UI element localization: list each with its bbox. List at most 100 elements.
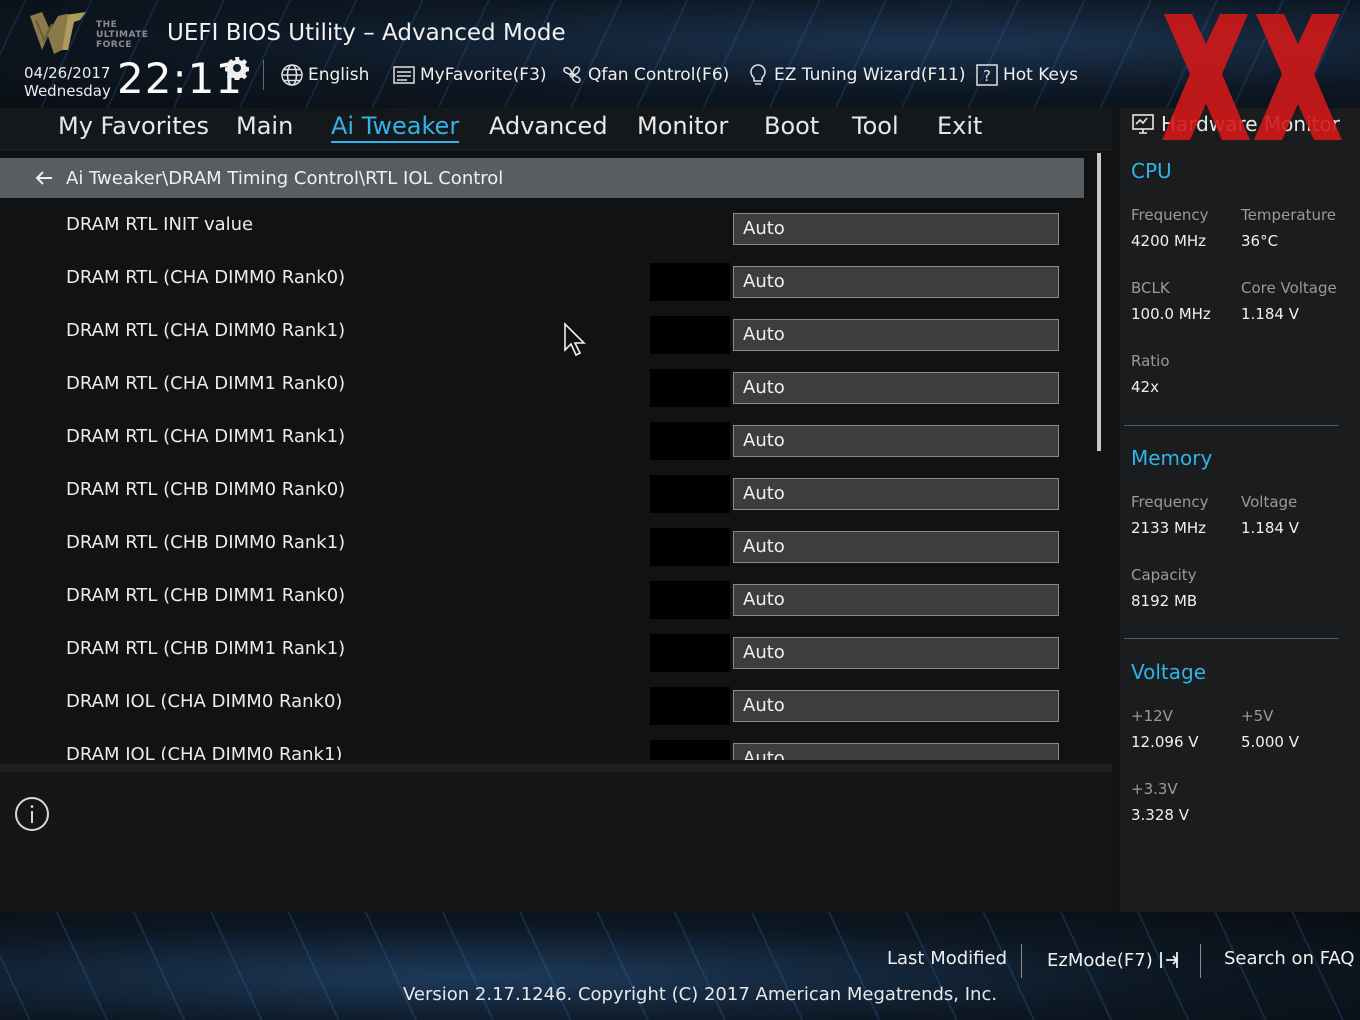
breadcrumb-path: Ai Tweaker\DRAM Timing Control\RTL IOL C…	[66, 167, 504, 189]
v5-label: +5V	[1241, 707, 1274, 725]
v12-value: 12.096 V	[1131, 733, 1199, 751]
globe-icon	[281, 64, 303, 86]
header-bar: THE ULTIMATE FORCE UEFI BIOS Utility – A…	[0, 0, 1360, 108]
capacity-value: 8192 MB	[1131, 592, 1198, 610]
cpu-frequency-label: Frequency	[1131, 206, 1209, 224]
v5-value: 5.000 V	[1241, 733, 1299, 751]
help-box-icon: ?	[976, 64, 998, 86]
tab-ai-tweaker[interactable]: Ai Tweaker	[331, 112, 460, 143]
setting-row[interactable]: DRAM RTL (CHA DIMM0 Rank0) Auto	[0, 255, 1090, 308]
memory-frequency-value: 2133 MHz	[1131, 519, 1207, 537]
svg-text:?: ?	[983, 67, 991, 85]
memory-frequency-label: Frequency	[1131, 493, 1209, 511]
footer-separator	[1021, 944, 1022, 978]
ezmode-button[interactable]: EzMode(F7)	[1047, 948, 1183, 972]
v33-label: +3.3V	[1131, 780, 1178, 798]
setting-value-dropdown[interactable]: Auto	[733, 425, 1059, 457]
watermark-logo-icon	[1162, 14, 1342, 140]
tab-advanced[interactable]: Advanced	[489, 112, 608, 140]
capacity-label: Capacity	[1131, 566, 1197, 584]
ratio-label: Ratio	[1131, 352, 1170, 370]
setting-value-dropdown[interactable]: Auto	[733, 584, 1059, 616]
back-arrow-icon[interactable]	[32, 166, 56, 190]
setting-row[interactable]: DRAM RTL (CHA DIMM1 Rank0) Auto	[0, 361, 1090, 414]
lightbulb-icon	[750, 64, 766, 85]
qfan-control-button[interactable]: Qfan Control(F6)	[560, 62, 729, 88]
current-value-box	[650, 740, 730, 760]
current-value-box	[650, 581, 730, 619]
current-value-box	[650, 422, 730, 460]
core-voltage-label: Core Voltage	[1241, 279, 1337, 297]
current-value-box	[650, 687, 730, 725]
memory-section-title: Memory	[1131, 446, 1213, 470]
myfavorite-button[interactable]: MyFavorite(F3)	[392, 62, 547, 88]
hot-keys-button[interactable]: ? Hot Keys	[975, 62, 1078, 88]
ez-tuning-wizard-button[interactable]: EZ Tuning Wizard(F11)	[746, 62, 966, 88]
settings-scrollbar[interactable]	[1097, 153, 1101, 451]
setting-value-dropdown[interactable]: Auto	[733, 266, 1059, 298]
setting-row[interactable]: DRAM RTL (CHB DIMM1 Rank0) Auto	[0, 573, 1090, 626]
cpu-section-title: CPU	[1131, 159, 1172, 183]
setting-label: DRAM IOL (CHA DIMM0 Rank0)	[66, 691, 343, 712]
mouse-pointer-icon	[564, 322, 586, 357]
gear-icon[interactable]	[225, 56, 249, 80]
setting-row[interactable]: DRAM IOL (CHA DIMM0 Rank0) Auto	[0, 679, 1090, 732]
tab-boot[interactable]: Boot	[764, 112, 819, 140]
last-modified-button[interactable]: Last Modified	[887, 948, 1007, 969]
app-title: UEFI BIOS Utility – Advanced Mode	[167, 20, 566, 46]
tab-my-favorites[interactable]: My Favorites	[58, 112, 209, 140]
tab-monitor[interactable]: Monitor	[637, 112, 728, 140]
section-divider	[1124, 425, 1338, 426]
cpu-temperature-label: Temperature	[1241, 206, 1337, 224]
setting-row[interactable]: DRAM RTL (CHA DIMM0 Rank1) Auto	[0, 308, 1090, 361]
ezmode-label: EzMode(F7)	[1047, 949, 1153, 971]
setting-label: DRAM RTL (CHA DIMM0 Rank0)	[66, 267, 346, 288]
setting-row[interactable]: DRAM RTL (CHB DIMM0 Rank1) Auto	[0, 520, 1090, 573]
version-copyright: Version 2.17.1246. Copyright (C) 2017 Am…	[403, 984, 998, 1005]
setting-row[interactable]: DRAM RTL (CHB DIMM0 Rank0) Auto	[0, 467, 1090, 520]
current-value-box	[650, 263, 730, 301]
language-button[interactable]: English	[280, 62, 369, 88]
setting-row[interactable]: DRAM RTL (CHA DIMM1 Rank1) Auto	[0, 414, 1090, 467]
hot-keys-label: Hot Keys	[1003, 65, 1078, 85]
search-faq-button[interactable]: Search on FAQ	[1224, 948, 1355, 969]
setting-row[interactable]: DRAM RTL INIT value Auto	[0, 202, 1090, 255]
setting-label: DRAM RTL (CHB DIMM1 Rank1)	[66, 638, 346, 659]
tab-main[interactable]: Main	[236, 112, 293, 140]
bclk-value: 100.0 MHz	[1131, 305, 1211, 323]
setting-value-dropdown[interactable]: Auto	[733, 372, 1059, 404]
setting-value-dropdown[interactable]: Auto	[733, 319, 1059, 351]
setting-label: DRAM IOL (CHA DIMM0 Rank1)	[66, 744, 343, 760]
memory-voltage-value: 1.184 V	[1241, 519, 1299, 537]
bclk-label: BCLK	[1131, 279, 1170, 297]
cpu-frequency-value: 4200 MHz	[1131, 232, 1207, 250]
list-divider	[0, 764, 1112, 772]
footer-separator	[1200, 944, 1201, 978]
setting-label: DRAM RTL (CHA DIMM0 Rank1)	[66, 320, 346, 341]
exit-arrow-icon	[1159, 952, 1178, 968]
setting-value-dropdown[interactable]: Auto	[733, 690, 1059, 722]
setting-value-dropdown[interactable]: Auto	[733, 478, 1059, 510]
tab-tool[interactable]: Tool	[852, 112, 899, 140]
current-value-box	[650, 475, 730, 513]
tab-exit[interactable]: Exit	[937, 112, 982, 140]
setting-row[interactable]: DRAM RTL (CHB DIMM1 Rank1) Auto	[0, 626, 1090, 679]
breadcrumb: Ai Tweaker\DRAM Timing Control\RTL IOL C…	[0, 158, 1084, 198]
monitor-icon	[1132, 114, 1154, 134]
current-value-box	[650, 369, 730, 407]
ez-tuning-label: EZ Tuning Wizard(F11)	[774, 65, 966, 85]
setting-label: DRAM RTL (CHA DIMM1 Rank0)	[66, 373, 346, 394]
setting-value-dropdown[interactable]: Auto	[733, 531, 1059, 563]
setting-value-dropdown[interactable]: Auto	[733, 213, 1059, 245]
current-value-box	[650, 634, 730, 672]
setting-label: DRAM RTL (CHB DIMM0 Rank0)	[66, 479, 346, 500]
setting-value-dropdown[interactable]: Auto	[733, 743, 1059, 760]
setting-row[interactable]: DRAM IOL (CHA DIMM0 Rank1) Auto	[0, 732, 1090, 760]
date-text: 04/26/2017	[24, 64, 111, 82]
ratio-value: 42x	[1131, 378, 1159, 396]
setting-value-dropdown[interactable]: Auto	[733, 637, 1059, 669]
fan-icon	[563, 66, 581, 84]
core-voltage-value: 1.184 V	[1241, 305, 1299, 323]
logo-text: THE ULTIMATE FORCE	[96, 20, 149, 50]
setting-label: DRAM RTL (CHB DIMM1 Rank0)	[66, 585, 346, 606]
